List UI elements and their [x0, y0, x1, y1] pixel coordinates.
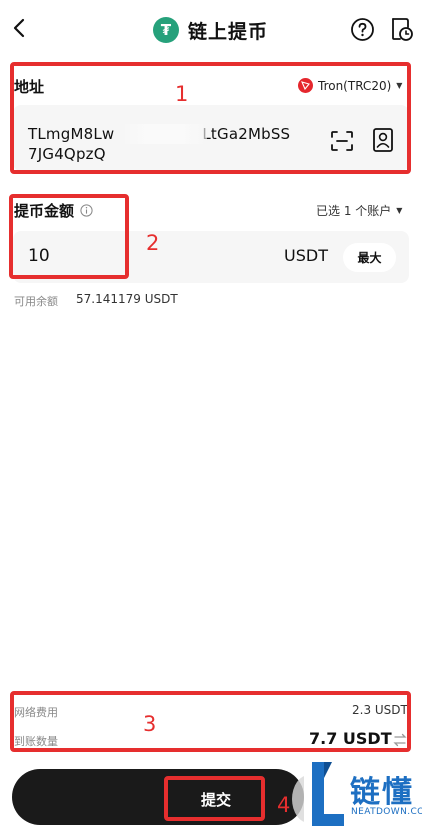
account-selector[interactable]: 已选 1 个账户 ▼ [316, 202, 402, 219]
page-title: 链上提币 [188, 20, 269, 43]
help-icon[interactable] [350, 17, 375, 42]
annotation-box-4 [164, 776, 265, 821]
page-header: ₮ 链上提币 [153, 16, 268, 44]
watermark-title: 链懂 [350, 775, 414, 810]
watermark-subtitle: NEATDOWN.COM [351, 807, 422, 817]
caret-down-icon: ▼ [396, 206, 403, 215]
max-button[interactable]: 最大 [343, 243, 396, 272]
account-selection-text: 已选 1 个账户 [316, 204, 392, 218]
annotation-box-2 [9, 194, 129, 279]
annotation-number-2: 2 [146, 231, 160, 255]
history-icon[interactable] [389, 16, 413, 42]
tether-coin-icon: ₮ [153, 17, 179, 43]
annotation-box-3 [10, 691, 411, 752]
available-balance-label: 可用余额 [14, 295, 58, 308]
annotation-number-3: 3 [143, 712, 157, 736]
annotation-box-1 [10, 62, 411, 174]
back-arrow-icon[interactable] [8, 14, 32, 42]
watermark-l-icon [312, 762, 344, 826]
amount-unit: USDT [284, 246, 328, 265]
available-balance-value: 57.141179 USDT [76, 292, 178, 306]
annotation-number-4: 4 [277, 793, 291, 817]
annotation-number-1: 1 [175, 82, 189, 106]
